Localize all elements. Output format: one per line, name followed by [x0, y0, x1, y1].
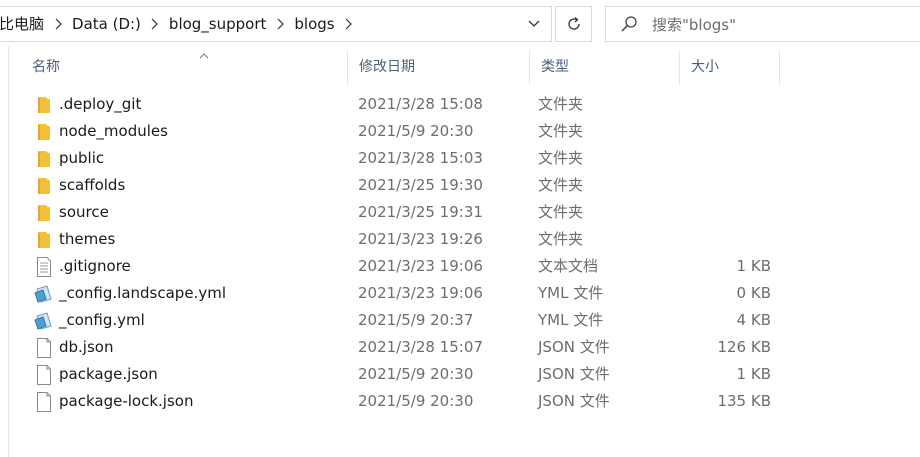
file-row[interactable]: package.json 2021/5/9 20:30 JSON 文件 1 KB [20, 361, 900, 388]
file-row[interactable]: scaffolds 2021/3/25 19:30 文件夹 [20, 172, 900, 199]
column-header-type[interactable]: 类型 [529, 50, 679, 84]
column-header-size[interactable]: 大小 [679, 50, 780, 84]
file-modified: 2021/5/9 20:30 [358, 392, 474, 410]
file-name: _config.yml [59, 311, 145, 329]
text-file-icon [33, 257, 55, 277]
file-size: 4 KB [736, 311, 771, 329]
file-name: .deploy_git [59, 95, 142, 113]
file-type: 文件夹 [538, 95, 584, 113]
file-modified: 2021/3/28 15:07 [358, 338, 483, 356]
file-row[interactable]: db.json 2021/3/28 15:07 JSON 文件 126 KB [20, 334, 900, 361]
file-name: package.json [59, 365, 158, 383]
refresh-icon [567, 17, 580, 30]
search-input[interactable]: 搜索"blogs" [652, 14, 736, 35]
file-type: 文件夹 [538, 203, 584, 221]
folder-icon [33, 176, 55, 196]
file-row[interactable]: .deploy_git 2021/3/28 15:08 文件夹 [20, 91, 900, 118]
file-size: 1 KB [736, 257, 771, 275]
file-type: JSON 文件 [538, 338, 610, 356]
file-row[interactable]: package-lock.json 2021/5/9 20:30 JSON 文件… [20, 388, 900, 415]
blank-file-icon [33, 392, 55, 412]
column-header-modified[interactable]: 修改日期 [347, 50, 530, 84]
search-icon [606, 15, 652, 33]
file-list: .deploy_git 2021/3/28 15:08 文件夹 node_mod… [20, 91, 900, 415]
folder-icon [33, 95, 55, 115]
file-type: 文本文档 [538, 257, 599, 275]
file-row[interactable]: themes 2021/3/23 19:26 文件夹 [20, 226, 900, 253]
chevron-right-icon[interactable] [274, 17, 286, 31]
file-modified: 2021/3/28 15:03 [358, 149, 483, 167]
file-name: .gitignore [59, 257, 131, 275]
file-row[interactable]: source 2021/3/25 19:31 文件夹 [20, 199, 900, 226]
yml-file-icon [33, 311, 55, 331]
yml-file-icon [33, 284, 55, 304]
file-size: 135 KB [717, 392, 771, 410]
file-type: 文件夹 [538, 122, 584, 140]
chevron-down-icon [528, 20, 540, 27]
file-modified: 2021/3/25 19:31 [358, 203, 483, 221]
file-name: scaffolds [59, 176, 126, 194]
column-divider[interactable] [779, 50, 780, 84]
folder-icon [33, 149, 55, 169]
folder-icon [33, 203, 55, 223]
file-row[interactable]: public 2021/3/28 15:03 文件夹 [20, 145, 900, 172]
folder-icon [33, 122, 55, 142]
file-name: node_modules [59, 122, 168, 140]
file-size: 0 KB [736, 284, 771, 302]
file-type: YML 文件 [538, 284, 604, 302]
file-type: YML 文件 [538, 311, 604, 329]
breadcrumb-item-blog-support[interactable]: blog_support [161, 7, 274, 41]
navigation-pane-edge [8, 46, 9, 457]
refresh-button[interactable] [555, 6, 592, 42]
blank-file-icon [33, 338, 55, 358]
file-row[interactable]: .gitignore 2021/3/23 19:06 文本文档 1 KB [20, 253, 900, 280]
file-name: package-lock.json [59, 392, 194, 410]
breadcrumb-item-data-drive[interactable]: Data (D:) [64, 7, 149, 41]
file-modified: 2021/5/9 20:37 [358, 311, 474, 329]
chevron-right-icon[interactable] [52, 17, 64, 31]
file-modified: 2021/3/25 19:30 [358, 176, 483, 194]
address-bar[interactable]: 比电脑 Data (D:) blog_support blogs [0, 6, 552, 42]
file-row[interactable]: _config.yml 2021/5/9 20:37 YML 文件 4 KB [20, 307, 900, 334]
file-type: 文件夹 [538, 149, 584, 167]
file-size: 126 KB [717, 338, 771, 356]
file-type: 文件夹 [538, 176, 584, 194]
file-type: JSON 文件 [538, 365, 610, 383]
address-history-dropdown[interactable] [517, 7, 551, 41]
folder-icon [33, 230, 55, 250]
file-modified: 2021/3/28 15:08 [358, 95, 483, 113]
file-type: 文件夹 [538, 230, 584, 248]
chevron-right-icon[interactable] [149, 17, 161, 31]
file-modified: 2021/5/9 20:30 [358, 365, 474, 383]
file-modified: 2021/5/9 20:30 [358, 122, 474, 140]
file-row[interactable]: _config.landscape.yml 2021/3/23 19:06 YM… [20, 280, 900, 307]
file-name: db.json [59, 338, 114, 356]
file-modified: 2021/3/23 19:06 [358, 257, 483, 275]
chevron-right-icon[interactable] [343, 17, 355, 31]
file-type: JSON 文件 [538, 392, 610, 410]
breadcrumb-item-this-pc[interactable]: 比电脑 [0, 7, 52, 41]
column-header-name[interactable]: 名称 [20, 50, 348, 84]
breadcrumb: 比电脑 Data (D:) blog_support blogs [0, 7, 517, 41]
file-modified: 2021/3/23 19:26 [358, 230, 483, 248]
file-name: _config.landscape.yml [59, 284, 226, 302]
search-box[interactable]: 搜索"blogs" [605, 6, 920, 42]
file-size: 1 KB [736, 365, 771, 383]
file-name: public [59, 149, 105, 167]
file-modified: 2021/3/23 19:06 [358, 284, 483, 302]
blank-file-icon [33, 365, 55, 385]
file-name: themes [59, 230, 116, 248]
file-row[interactable]: node_modules 2021/5/9 20:30 文件夹 [20, 118, 900, 145]
breadcrumb-item-blogs[interactable]: blogs [286, 7, 342, 41]
file-name: source [59, 203, 109, 221]
